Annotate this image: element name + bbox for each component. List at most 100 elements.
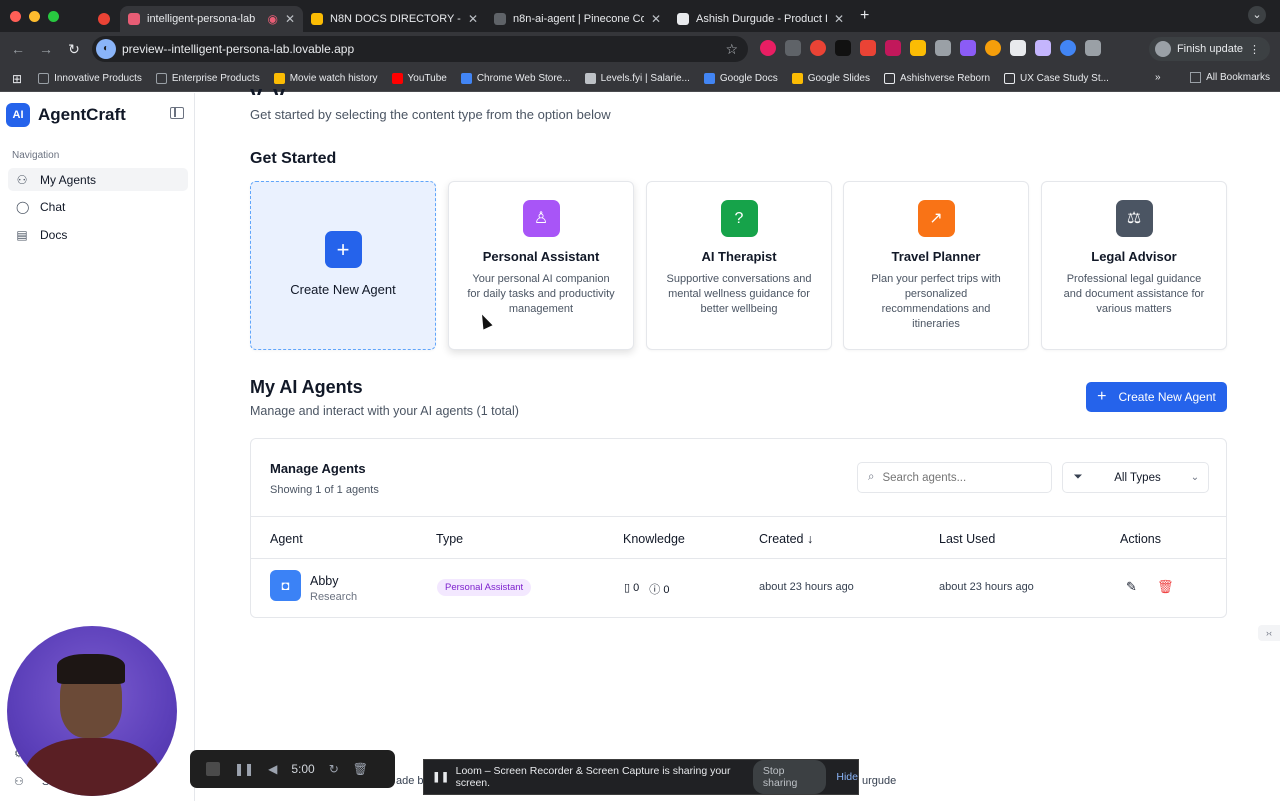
close-window-button[interactable] [10,10,21,22]
reload-icon[interactable]: ↻ [60,41,88,58]
all-bookmarks-button[interactable]: All Bookmarks [1190,72,1270,83]
card-description: Your personal AI companion for daily tas… [467,273,615,315]
notion-icon [1004,73,1016,84]
search-input[interactable] [882,471,1033,484]
restart-icon[interactable]: ↻ [329,762,339,776]
filter-icon: ⏷ [1073,471,1083,483]
bookmark-label: Enterprise Products [171,73,260,84]
bookmark-label: Innovative Products [54,73,142,84]
create-agent-card[interactable]: + Create New Agent [250,181,436,350]
sidebar-item-docs[interactable]: ▤ Docs [8,223,188,246]
extension-icon[interactable] [785,40,801,56]
showing-count: Showing 1 of 1 agents [270,484,379,496]
help-circle-icon: ⓘ [649,584,661,596]
tab-3[interactable]: Ashish Durgude - Product De ✕ [669,6,852,32]
loom-control-bar: ❚❚ ◀ 5:00 ↻ 🗑 [190,750,395,788]
brand[interactable]: AI AgentCraft [6,103,126,127]
bookmark-item[interactable]: YouTube [391,73,447,84]
bookmark-item[interactable]: Ashishverse Reborn [883,73,990,84]
levels-icon [584,73,596,84]
user-icon[interactable]: ⚇ [14,775,24,788]
close-tab-icon[interactable]: ✕ [285,12,295,26]
trash-icon[interactable]: 🗑 [353,762,368,776]
minimize-window-button[interactable] [29,10,40,22]
sidebar-item-label: Chat [40,199,66,214]
ai-therapist-card[interactable]: ? AI Therapist Supportive conversations … [646,181,832,350]
hide-button[interactable]: Hide [836,771,858,783]
extension-icon[interactable] [760,40,776,56]
close-tab-icon[interactable]: ✕ [468,12,478,26]
bookmark-item[interactable]: UX Case Study St... [1004,73,1109,84]
bookmark-item[interactable]: Google Docs [703,73,778,84]
tab-0[interactable]: intelligent-persona-lab ◉ ✕ [120,6,303,32]
legal-advisor-card[interactable]: ⚖ Legal Advisor Professional legal guida… [1041,181,1227,350]
footer-text: ade b [396,775,424,787]
site-info-icon[interactable]: ◐ [96,39,116,59]
create-new-agent-button[interactable]: + Create New Agent [1086,382,1227,412]
finish-update-button[interactable]: Finish update ⋮ [1148,37,1270,61]
bookmark-item[interactable]: Movie watch history [273,73,378,84]
extension-icon[interactable] [835,40,851,56]
personal-assistant-card[interactable]: ♙ Personal Assistant Your personal AI co… [448,181,634,350]
my-agents-subtitle: Manage and interact with your AI agents … [250,404,519,418]
scale-icon: ⚖ [1115,200,1153,237]
tab-2[interactable]: n8n-ai-agent | Pinecone Con ✕ [486,6,669,32]
extension-icon[interactable] [1060,40,1076,56]
delete-icon[interactable]: 🗑 [1157,579,1174,595]
travel-planner-card[interactable]: ↗ Travel Planner Plan your perfect trips… [843,181,1029,350]
back-icon[interactable]: ← [4,41,32,57]
extension-icon[interactable] [1010,40,1026,56]
extension-icon[interactable] [935,40,951,56]
more-bookmarks-icon[interactable]: » [1155,72,1161,83]
puzzle-icon[interactable] [1085,40,1101,56]
new-tab-icon[interactable]: + [860,7,869,25]
youtube-icon [391,73,403,84]
stop-recording-icon[interactable] [206,762,220,776]
bookmark-item[interactable]: Enterprise Products [155,73,260,84]
edit-icon[interactable]: ✎ [1126,579,1137,595]
extension-icon[interactable] [860,40,876,56]
bookmark-item[interactable]: Levels.fyi | Salarie... [584,73,690,84]
type-filter-select[interactable]: ⏷ All Types ⌄ [1062,462,1209,493]
sidebar-toggle-icon[interactable] [170,107,184,119]
extension-icon[interactable] [985,40,1001,56]
page-subtitle: Get started by selecting the content typ… [250,107,611,122]
bot-icon: ◘ [270,570,301,601]
sidebar-item-chat[interactable]: ◯ Chat [8,195,188,218]
extension-icon[interactable] [810,40,826,56]
bookmark-item[interactable]: Google Slides [791,73,870,84]
close-tab-icon[interactable]: ✕ [651,12,661,26]
tab-search-icon[interactable]: ⌄ [1248,6,1266,24]
bookmark-item[interactable]: Innovative Products [38,73,142,84]
address-bar[interactable]: ◐ preview--intelligent-persona-lab.lovab… [92,36,748,62]
more-icon[interactable]: ⋮ [1249,43,1260,56]
extension-icon[interactable] [885,40,901,56]
extension-icon[interactable] [960,40,976,56]
apps-grid-icon[interactable]: ⊞ [12,72,22,86]
card-description: Plan your perfect trips with personalize… [871,273,1001,330]
stop-sharing-button[interactable]: Stop sharing [752,760,827,794]
maximize-window-button[interactable] [48,10,59,22]
forward-icon[interactable]: → [32,41,60,57]
sidebar-item-my-agents[interactable]: ⚇ My Agents [8,168,188,191]
extension-icon[interactable] [910,40,926,56]
close-tab-icon[interactable]: ✕ [834,12,844,26]
webcam-bubble[interactable] [7,626,177,796]
table-row[interactable]: ◘ Abby Research Personal Assistant ▯ 0 ⓘ… [251,559,1226,617]
extension-icon[interactable] [1035,40,1051,56]
tab-favicon-icon [128,13,140,25]
search-agents-field[interactable]: ⌕ [857,462,1052,493]
bookmark-star-icon[interactable]: ☆ [725,41,738,58]
main-content: y, y Get started by selecting the conten… [196,81,1280,801]
window-controls [10,10,90,22]
bookmark-item[interactable]: Chrome Web Store... [460,73,571,84]
created-sort-header[interactable]: Created ↓ [759,532,813,546]
pinned-tab[interactable] [90,6,120,32]
tab-1[interactable]: N8N DOCS DIRECTORY - Goo ✕ [303,6,486,32]
document-count-value: 0 [633,582,640,594]
browser-toolbar: ← → ↻ ◐ preview--intelligent-persona-lab… [0,32,1280,66]
expand-panel-icon[interactable]: ›‹ [1258,625,1280,641]
pause-icon[interactable]: ❚❚ [234,762,254,776]
mute-icon[interactable]: ◀ [268,762,277,776]
column-header: Created [759,532,804,546]
